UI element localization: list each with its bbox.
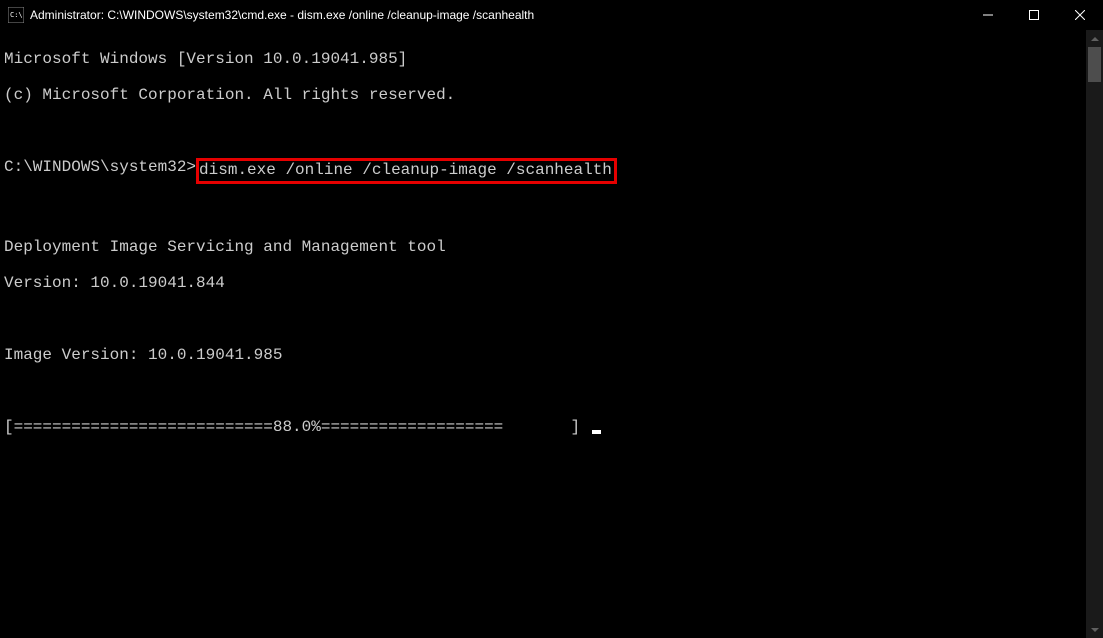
close-button[interactable]	[1057, 0, 1103, 30]
command-highlight: dism.exe /online /cleanup-image /scanhea…	[196, 158, 617, 184]
prompt-line: C:\WINDOWS\system32>dism.exe /online /cl…	[4, 158, 1086, 184]
cmd-icon: C:\	[8, 7, 24, 23]
output-blank	[4, 310, 1086, 328]
scrollbar-track[interactable]	[1086, 47, 1103, 621]
output-blank	[4, 382, 1086, 400]
terminal-output[interactable]: Microsoft Windows [Version 10.0.19041.98…	[0, 30, 1086, 638]
prompt-prefix: C:\WINDOWS\system32>	[4, 158, 196, 176]
output-blank	[4, 202, 1086, 220]
output-blank	[4, 122, 1086, 140]
window-controls	[965, 0, 1103, 30]
minimize-button[interactable]	[965, 0, 1011, 30]
scroll-down-arrow[interactable]	[1086, 621, 1103, 638]
window-titlebar: C:\ Administrator: C:\WINDOWS\system32\c…	[0, 0, 1103, 30]
output-line: Microsoft Windows [Version 10.0.19041.98…	[4, 50, 1086, 68]
scroll-up-arrow[interactable]	[1086, 30, 1103, 47]
progress-bar-text: [===========================88.0%=======…	[4, 418, 590, 436]
output-line: (c) Microsoft Corporation. All rights re…	[4, 86, 1086, 104]
output-line: Image Version: 10.0.19041.985	[4, 346, 1086, 364]
maximize-button[interactable]	[1011, 0, 1057, 30]
window-title: Administrator: C:\WINDOWS\system32\cmd.e…	[30, 8, 965, 22]
scrollbar-thumb[interactable]	[1088, 47, 1101, 82]
cursor	[592, 430, 601, 434]
output-line: Version: 10.0.19041.844	[4, 274, 1086, 292]
vertical-scrollbar[interactable]	[1086, 30, 1103, 638]
output-line: Deployment Image Servicing and Managemen…	[4, 238, 1086, 256]
svg-text:C:\: C:\	[10, 11, 23, 19]
progress-line: [===========================88.0%=======…	[4, 418, 1086, 436]
